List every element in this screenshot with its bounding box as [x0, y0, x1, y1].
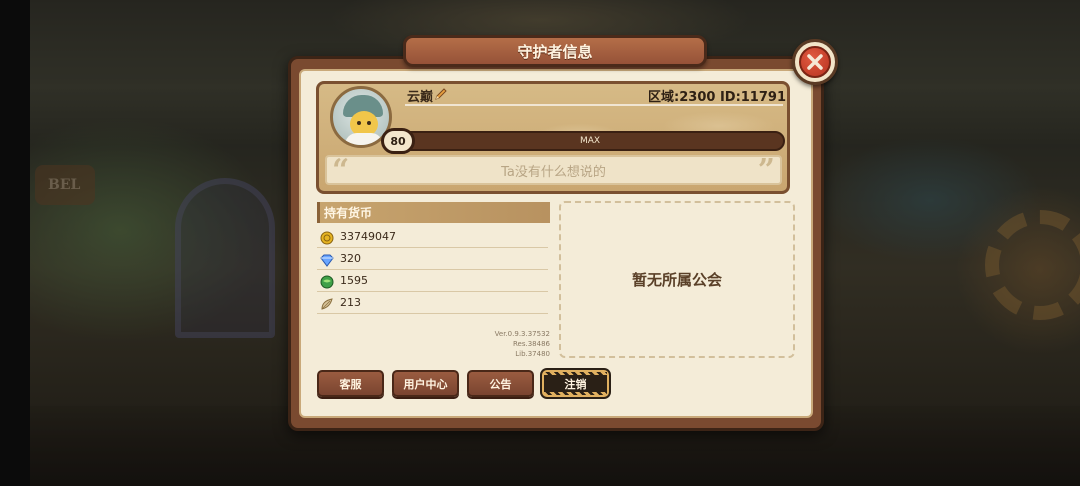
level-value: 80: [390, 134, 406, 148]
resource-version-text: Res.38486: [513, 340, 550, 348]
no-guild-text: 暂无所属公会: [631, 271, 722, 289]
feather-leaf-icon: [320, 296, 334, 310]
currency-value: 213: [340, 296, 361, 309]
close-x-icon: [799, 46, 831, 78]
pencil-icon[interactable]: [434, 86, 448, 100]
customer-service-button[interactable]: 客服: [317, 370, 384, 397]
currency-header-label: 持有货币: [324, 206, 373, 220]
green-orb-icon: [320, 274, 334, 288]
currency-row: 320: [317, 248, 548, 270]
user-center-label: 用户中心: [403, 377, 448, 391]
open-quote-icon: “: [332, 153, 350, 188]
avatar-eye-left: [357, 121, 361, 125]
dialog-title-plate: 守护者信息: [403, 35, 707, 67]
dialog-title: 守护者信息: [517, 42, 593, 61]
name-underline: [405, 104, 783, 106]
region-and-id: 区域:2300 ID:11791: [648, 90, 786, 105]
level-progress-bar: MAX: [395, 131, 785, 151]
player-name: 云巅: [407, 90, 434, 105]
gold-coin-icon: [320, 230, 334, 244]
announcement-label: 公告: [489, 377, 512, 391]
level-badge: 80: [381, 128, 415, 154]
close-quote-icon: ”: [757, 153, 775, 188]
user-center-button[interactable]: 用户中心: [392, 370, 459, 397]
currency-header: 持有货币: [317, 202, 550, 223]
motto-box[interactable]: “ Ta没有什么想说的 ”: [325, 153, 782, 188]
close-button[interactable]: [792, 39, 838, 85]
motto-text: Ta没有什么想说的: [501, 164, 606, 180]
currency-row: 213: [317, 292, 548, 314]
guild-box: 暂无所属公会: [559, 201, 795, 358]
logout-button[interactable]: 注销: [542, 370, 609, 397]
currency-value: 33749047: [340, 230, 396, 243]
diamond-gem-icon: [320, 252, 334, 267]
customer-service-label: 客服: [339, 377, 362, 391]
library-version-text: Lib.37480: [515, 350, 550, 358]
logout-label: 注销: [564, 377, 587, 391]
version-text: Ver.0.9.3.37532: [494, 330, 550, 338]
currency-row: 33749047: [317, 226, 548, 248]
currency-value: 320: [340, 252, 361, 265]
currency-row: 1595: [317, 270, 548, 292]
currency-value: 1595: [340, 274, 368, 287]
avatar-eye-right: [367, 121, 371, 125]
announcement-button[interactable]: 公告: [467, 370, 534, 397]
level-bar-text: MAX: [579, 136, 601, 146]
